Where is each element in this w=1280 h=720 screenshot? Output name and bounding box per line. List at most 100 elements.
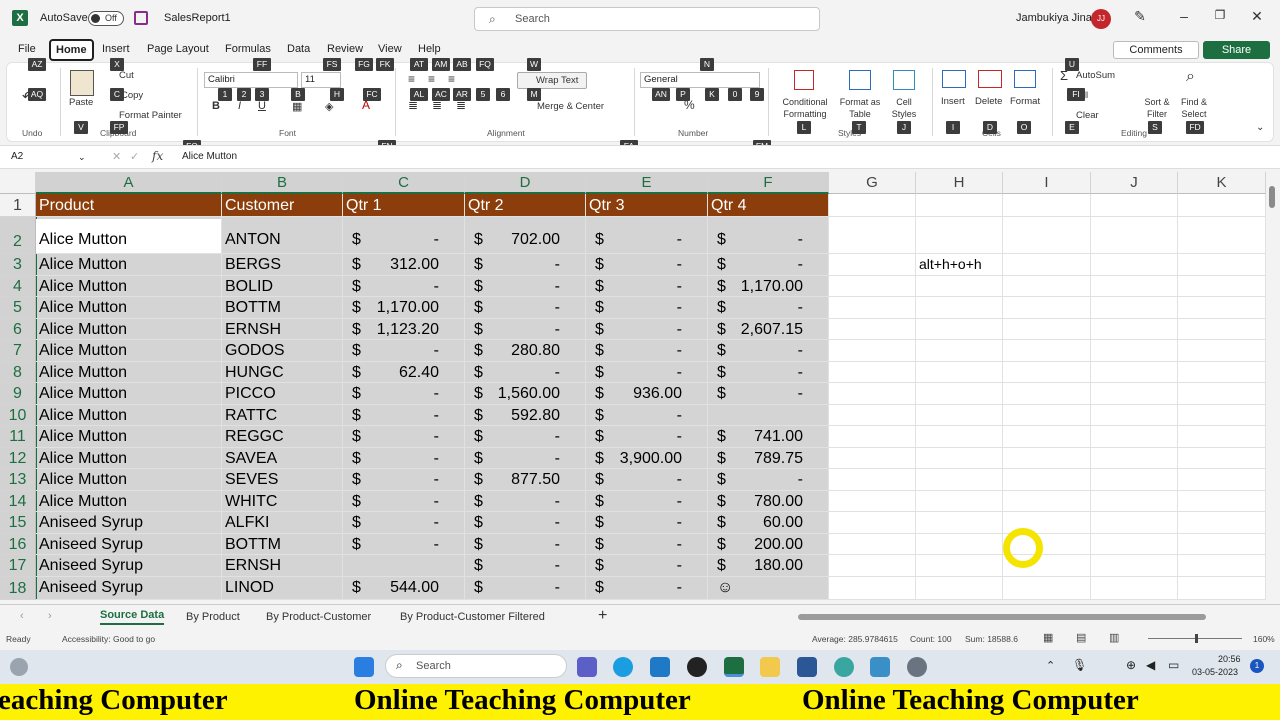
- cell-customer[interactable]: BOTTM: [225, 299, 281, 317]
- cell-product[interactable]: Alice Mutton: [39, 450, 127, 468]
- cell-styles-button[interactable]: Cell Styles: [884, 96, 924, 120]
- page-break-view-icon[interactable]: ▥: [1109, 631, 1119, 644]
- cell-value[interactable]: -: [586, 471, 682, 489]
- bold-icon[interactable]: B: [212, 100, 220, 112]
- column-title[interactable]: Customer: [225, 197, 294, 215]
- align-top-icon[interactable]: ≡: [408, 72, 415, 86]
- accessibility-status[interactable]: Accessibility: Good to go: [62, 634, 155, 644]
- cell-value[interactable]: 1,560.00: [465, 385, 560, 403]
- cell-customer[interactable]: HUNGC: [225, 364, 284, 382]
- row-header[interactable]: 1: [0, 194, 36, 217]
- network-icon[interactable]: ⊕: [1126, 658, 1136, 672]
- number-format-select[interactable]: General: [640, 72, 760, 88]
- cell-value[interactable]: -: [465, 278, 560, 296]
- cell-value[interactable]: -: [708, 342, 803, 360]
- cell-product[interactable]: Alice Mutton: [39, 471, 127, 489]
- cell-value[interactable]: -: [465, 493, 560, 511]
- cell-customer[interactable]: ALFKI: [225, 514, 269, 532]
- insert-cells-button[interactable]: Insert: [941, 96, 965, 107]
- column-title[interactable]: Qtr 4: [711, 197, 747, 215]
- cell-value[interactable]: -: [465, 299, 560, 317]
- row-header[interactable]: 16: [0, 534, 36, 555]
- wrap-text-button[interactable]: Wrap Text: [517, 72, 587, 89]
- cell-value[interactable]: 280.80: [465, 342, 560, 360]
- confirm-entry-icon[interactable]: ✓: [130, 150, 139, 163]
- row-header[interactable]: 18: [0, 577, 36, 600]
- share-button[interactable]: Share: [1203, 41, 1270, 59]
- cell-value[interactable]: -: [586, 557, 682, 575]
- row-header[interactable]: 4: [0, 276, 36, 297]
- cell-value[interactable]: -: [708, 364, 803, 382]
- borders-icon[interactable]: ▦: [292, 100, 302, 113]
- format-cells-button[interactable]: Format: [1010, 96, 1040, 107]
- merge-center-button[interactable]: Merge & Center: [537, 101, 604, 112]
- cell-product[interactable]: Alice Mutton: [39, 231, 127, 249]
- cell-product[interactable]: Aniseed Syrup: [39, 536, 143, 554]
- cell-customer[interactable]: BERGS: [225, 256, 281, 274]
- cell-value[interactable]: -: [586, 536, 682, 554]
- formula-input[interactable]: Alice Mutton: [182, 151, 237, 162]
- browser-icon[interactable]: [834, 657, 854, 677]
- name-box-dropdown-icon[interactable]: ⌄: [78, 152, 86, 163]
- cell-value[interactable]: 592.80: [465, 407, 560, 425]
- cell-value[interactable]: -: [343, 385, 439, 403]
- taskbar-search[interactable]: ⌕ Search: [385, 654, 567, 678]
- app-icon[interactable]: [687, 657, 707, 677]
- note-cell[interactable]: alt+h+o+h: [919, 256, 982, 272]
- font-name-select[interactable]: Calibri: [204, 72, 298, 88]
- underline-icon[interactable]: U: [258, 100, 266, 112]
- cell-value[interactable]: 60.00: [708, 514, 803, 532]
- cell-product[interactable]: Alice Mutton: [39, 321, 127, 339]
- menu-formulas[interactable]: Formulas: [225, 43, 271, 55]
- column-title[interactable]: Qtr 2: [468, 197, 504, 215]
- cell-value[interactable]: 936.00: [586, 385, 682, 403]
- paste-button[interactable]: Paste: [69, 97, 93, 108]
- row-header[interactable]: 11: [0, 426, 36, 448]
- save-icon[interactable]: [134, 11, 148, 25]
- spreadsheet-grid[interactable]: A B C D E F G H I J K 1 2 3 4 5 6 7 8 9 10 11 12 13 14 15 16 17 18 Pr…: [0, 172, 1266, 600]
- cell-value[interactable]: -: [586, 231, 682, 249]
- cell-product[interactable]: Alice Mutton: [39, 342, 127, 360]
- cell-value[interactable]: -: [343, 342, 439, 360]
- avatar[interactable]: JJ: [1091, 9, 1111, 29]
- cell-value[interactable]: -: [586, 342, 682, 360]
- add-sheet-icon[interactable]: +: [598, 607, 607, 625]
- cell-customer[interactable]: RATTC: [225, 407, 277, 425]
- clock-date[interactable]: 03-05-2023: [1192, 667, 1238, 677]
- comments-button[interactable]: Comments: [1113, 41, 1199, 59]
- column-title[interactable]: Qtr 1: [346, 197, 382, 215]
- cell-value[interactable]: -: [586, 514, 682, 532]
- autosave-toggle[interactable]: Off: [88, 11, 124, 26]
- cell-customer[interactable]: GODOS: [225, 342, 285, 360]
- settings-icon[interactable]: [907, 657, 927, 677]
- clock-time[interactable]: 20:56: [1218, 654, 1241, 664]
- teams-icon[interactable]: [577, 657, 597, 677]
- cell-product[interactable]: Alice Mutton: [39, 364, 127, 382]
- display-icon[interactable]: [870, 657, 890, 677]
- restore-icon[interactable]: ❐: [1208, 8, 1232, 28]
- menu-page-layout[interactable]: Page Layout: [147, 43, 209, 55]
- cell-customer[interactable]: ERNSH: [225, 557, 281, 575]
- cell-value[interactable]: -: [343, 514, 439, 532]
- cell-customer[interactable]: BOLID: [225, 278, 273, 296]
- tab-by-product-customer-filtered[interactable]: By Product-Customer Filtered: [400, 611, 545, 623]
- horizontal-scrollbar[interactable]: [798, 614, 1206, 620]
- row-header[interactable]: 5: [0, 297, 36, 319]
- cell-product[interactable]: Aniseed Syrup: [39, 514, 143, 532]
- cell-product[interactable]: Alice Mutton: [39, 493, 127, 511]
- cell-value[interactable]: 780.00: [708, 493, 803, 511]
- row-header[interactable]: 7: [0, 340, 36, 362]
- cell-value[interactable]: -: [586, 321, 682, 339]
- cell-value[interactable]: -: [465, 579, 560, 597]
- menu-data[interactable]: Data: [287, 43, 310, 55]
- column-header-k[interactable]: K: [1178, 172, 1266, 194]
- cell-value[interactable]: 1,170.00: [708, 278, 803, 296]
- cell-value[interactable]: -: [586, 428, 682, 446]
- cut-button[interactable]: Cut: [119, 70, 134, 81]
- row-header[interactable]: 13: [0, 469, 36, 491]
- delete-cells-button[interactable]: Delete: [975, 96, 1002, 107]
- italic-icon[interactable]: I: [238, 100, 241, 112]
- tab-source-data[interactable]: Source Data: [100, 609, 165, 625]
- cell-value[interactable]: -: [465, 450, 560, 468]
- cell-value[interactable]: 544.00: [343, 579, 439, 597]
